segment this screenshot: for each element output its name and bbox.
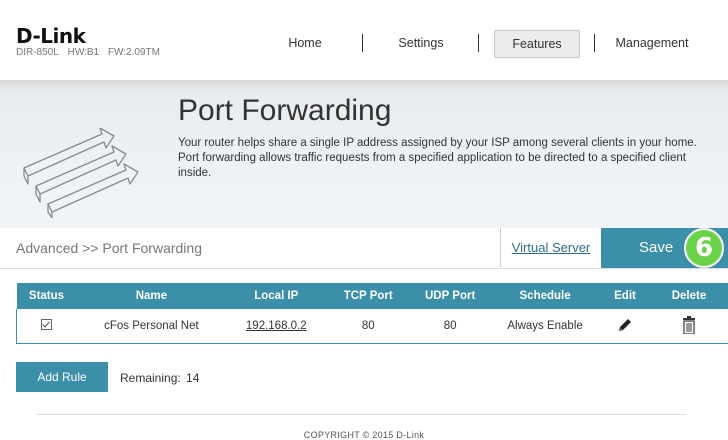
- main-nav: Home Settings Features Management: [0, 30, 728, 58]
- nav-divider: [594, 34, 595, 52]
- edit-cell: [600, 309, 650, 344]
- udp-port: 80: [410, 309, 490, 344]
- col-tcp-port: TCP Port: [326, 283, 410, 309]
- delete-cell: [650, 309, 728, 344]
- breadcrumb: Advanced >> Port Forwarding: [16, 240, 202, 256]
- port-forward-table: Status Name Local IP TCP Port UDP Port S…: [16, 283, 728, 344]
- schedule: Always Enable: [490, 309, 600, 344]
- nav-management[interactable]: Management: [606, 30, 698, 56]
- rule-name: cFos Personal Net: [76, 309, 226, 344]
- remaining-label: Remaining:: [120, 371, 181, 385]
- virtual-server-link[interactable]: Virtual Server: [500, 228, 602, 267]
- add-rule-button[interactable]: Add Rule: [16, 362, 108, 392]
- nav-divider: [478, 34, 479, 52]
- page-description: Your router helps share a single IP addr…: [178, 136, 698, 181]
- nav-home[interactable]: Home: [262, 30, 348, 56]
- col-delete: Delete: [650, 283, 728, 309]
- nav-features[interactable]: Features: [494, 30, 580, 58]
- description-line: Port forwarding allows traffic requests …: [178, 151, 698, 166]
- description-line: Your router helps share a single IP addr…: [178, 136, 698, 151]
- remaining-count: Remaining: 14: [118, 371, 199, 385]
- status-cell: [17, 309, 77, 344]
- table-row: cFos Personal Net 192.168.0.2 80 80 Alwa…: [17, 309, 728, 344]
- footer-divider: [36, 414, 686, 415]
- col-name: Name: [76, 283, 226, 309]
- col-schedule: Schedule: [490, 283, 600, 309]
- breadcrumb-bar: Advanced >> Port Forwarding Virtual Serv…: [0, 228, 728, 269]
- status-checkbox[interactable]: [41, 319, 52, 330]
- nav-settings[interactable]: Settings: [378, 30, 464, 56]
- top-header: D-Link DIR-850L HW:B1 FW:2.09TM Home Set…: [0, 0, 728, 80]
- page-title: Port Forwarding: [178, 94, 391, 128]
- col-status: Status: [17, 283, 77, 309]
- local-ip-cell: 192.168.0.2: [226, 309, 326, 344]
- nav-divider: [362, 34, 363, 52]
- col-udp-port: UDP Port: [410, 283, 490, 309]
- copyright: COPYRIGHT © 2015 D-Link: [0, 430, 728, 440]
- tcp-port: 80: [326, 309, 410, 344]
- description-line: inside.: [178, 166, 698, 181]
- col-local-ip: Local IP: [226, 283, 326, 309]
- local-ip-link[interactable]: 192.168.0.2: [246, 320, 307, 332]
- page-banner: Port Forwarding Your router helps share …: [0, 80, 728, 228]
- step-number-badge: 6: [684, 228, 724, 268]
- port-forward-arrows-icon: [22, 128, 162, 223]
- remaining-value: 14: [186, 371, 199, 385]
- col-edit: Edit: [600, 283, 650, 309]
- pencil-icon[interactable]: [617, 317, 633, 336]
- table-header-row: Status Name Local IP TCP Port UDP Port S…: [17, 283, 728, 309]
- trash-icon[interactable]: [682, 316, 696, 337]
